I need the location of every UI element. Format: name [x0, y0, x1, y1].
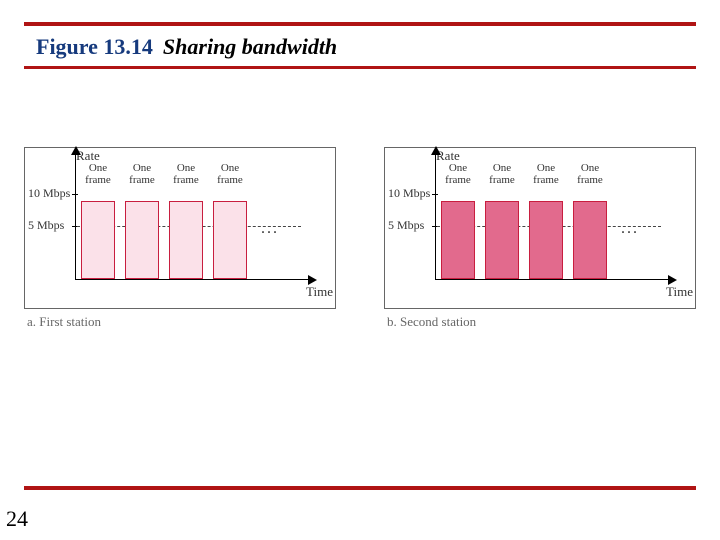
x-axis-line: [75, 279, 309, 280]
frame-bar: [485, 201, 519, 279]
bar-label: One frame: [529, 163, 563, 186]
x-axis-arrow-icon: [668, 275, 677, 285]
bar-label-word2: frame: [445, 174, 471, 186]
chart-second-station: Rate 10 Mbps 5 Mbps One frame One frame …: [384, 147, 696, 309]
bar-label: One frame: [125, 163, 159, 186]
bar-label-word1: One: [221, 162, 239, 174]
sub-caption-b: b. Second station: [387, 314, 476, 330]
chart-first-station: Rate 10 Mbps 5 Mbps One frame One frame …: [24, 147, 336, 309]
frame-bar: [81, 201, 115, 279]
y-axis-line: [75, 154, 76, 280]
ellipsis-icon: ...: [261, 220, 279, 238]
x-axis-line: [435, 279, 669, 280]
bar-label-word2: frame: [533, 174, 559, 186]
top-rule: [24, 22, 696, 26]
frame-bar: [125, 201, 159, 279]
bar-group: [441, 199, 607, 279]
figure-caption: Sharing bandwidth: [163, 34, 337, 60]
frame-bar: [213, 201, 247, 279]
y-tick-5mbps: 5 Mbps: [28, 218, 64, 233]
bar-label-word2: frame: [217, 174, 243, 186]
y-axis-arrow-icon: [431, 146, 441, 155]
x-axis-label: Time: [666, 284, 693, 300]
under-title-rule: [24, 66, 696, 69]
bar-label: One frame: [169, 163, 203, 186]
charts-row: Rate 10 Mbps 5 Mbps One frame One frame …: [24, 147, 696, 309]
bar-label-word2: frame: [85, 174, 111, 186]
page-number: 24: [6, 506, 28, 532]
frame-bar: [573, 201, 607, 279]
figure-title-row: Figure 13.14 Sharing bandwidth: [24, 34, 696, 60]
y-tick-mark-10: [432, 194, 438, 195]
bar-label-word1: One: [581, 162, 599, 174]
bar-label-word1: One: [537, 162, 555, 174]
bar-label: One frame: [485, 163, 519, 186]
y-axis-line: [435, 154, 436, 280]
y-axis-arrow-icon: [71, 146, 81, 155]
bottom-rule: [24, 486, 696, 490]
x-axis-label: Time: [306, 284, 333, 300]
figure-number: Figure 13.14: [36, 34, 153, 60]
bar-label: One frame: [81, 163, 115, 186]
ellipsis-icon: ...: [621, 220, 639, 238]
bar-label: One frame: [441, 163, 475, 186]
bar-label-word1: One: [133, 162, 151, 174]
bar-group: [81, 199, 247, 279]
y-tick-5mbps: 5 Mbps: [388, 218, 424, 233]
bar-label-word1: One: [493, 162, 511, 174]
bar-label-word1: One: [177, 162, 195, 174]
frame-bar: [529, 201, 563, 279]
bar-label-word2: frame: [489, 174, 515, 186]
y-tick-10mbps: 10 Mbps: [388, 186, 430, 201]
bar-label: One frame: [573, 163, 607, 186]
bar-label-word2: frame: [129, 174, 155, 186]
sub-caption-a: a. First station: [27, 314, 101, 330]
slide-page: Figure 13.14 Sharing bandwidth Rate 10 M…: [0, 0, 720, 540]
bar-label-word1: One: [89, 162, 107, 174]
frame-bar: [441, 201, 475, 279]
bar-label: One frame: [213, 163, 247, 186]
x-axis-arrow-icon: [308, 275, 317, 285]
bar-label-word2: frame: [173, 174, 199, 186]
y-tick-10mbps: 10 Mbps: [28, 186, 70, 201]
bar-label-word2: frame: [577, 174, 603, 186]
frame-bar: [169, 201, 203, 279]
bar-label-word1: One: [449, 162, 467, 174]
y-tick-mark-10: [72, 194, 78, 195]
